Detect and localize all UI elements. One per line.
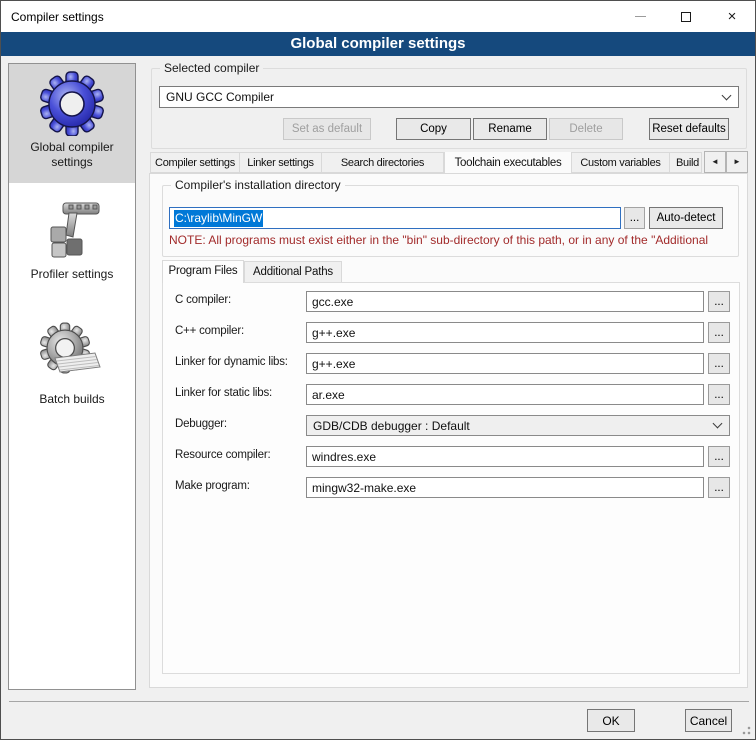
debugger-select-value: GDB/CDB debugger : Default bbox=[313, 419, 714, 433]
field-label: Resource compiler: bbox=[175, 449, 270, 461]
toolchain-executables-page: Compiler's installation directory C:\ray… bbox=[149, 173, 748, 688]
field-row-dynamic-linker: Linker for dynamic libs: ... bbox=[163, 353, 739, 375]
sidebar-item-global-compiler-settings[interactable]: Global compiler settings bbox=[9, 64, 135, 183]
resize-grip[interactable] bbox=[741, 725, 751, 735]
group-label: Compiler's installation directory bbox=[171, 178, 345, 192]
subtab-additional-paths[interactable]: Additional Paths bbox=[244, 261, 342, 283]
field-row-make-program: Make program: ... bbox=[163, 477, 739, 499]
auto-detect-button[interactable]: Auto-detect bbox=[649, 207, 723, 229]
subtab-program-files[interactable]: Program Files bbox=[162, 260, 244, 283]
copy-button[interactable]: Copy bbox=[396, 118, 471, 140]
minimize-button[interactable] bbox=[617, 1, 663, 32]
browse-button[interactable]: ... bbox=[708, 291, 730, 312]
resource-compiler-input[interactable] bbox=[306, 446, 704, 467]
chevron-down-icon bbox=[722, 90, 732, 100]
profiler-caliper-icon bbox=[9, 191, 135, 263]
group-label: Selected compiler bbox=[160, 61, 263, 75]
tab-compiler-settings[interactable]: Compiler settings bbox=[150, 152, 240, 173]
program-files-page: C compiler: ... C++ compiler: ... Linker… bbox=[162, 282, 740, 674]
close-button[interactable]: × bbox=[709, 1, 755, 32]
field-row-cpp-compiler: C++ compiler: ... bbox=[163, 322, 739, 344]
tab-scroll-left-button[interactable]: ◄ bbox=[704, 151, 726, 173]
set-as-default-button[interactable]: Set as default bbox=[283, 118, 371, 140]
tab-linker-settings[interactable]: Linker settings bbox=[240, 152, 322, 173]
field-label: Debugger: bbox=[175, 418, 227, 430]
maximize-button[interactable] bbox=[663, 1, 709, 32]
field-row-static-linker: Linker for static libs: ... bbox=[163, 384, 739, 406]
sidebar-item-label: Global compiler settings bbox=[9, 136, 135, 170]
browse-button[interactable]: ... bbox=[708, 353, 730, 374]
compiler-select-value: GNU GCC Compiler bbox=[166, 90, 723, 104]
tab-build-options-clipped[interactable]: Build bbox=[670, 152, 702, 173]
tab-scroll-right-button[interactable]: ► bbox=[726, 151, 748, 173]
note-text: NOTE: All programs must exist either in … bbox=[169, 233, 717, 247]
title-bar[interactable]: Compiler settings × bbox=[1, 1, 755, 32]
compiler-select[interactable]: GNU GCC Compiler bbox=[159, 86, 739, 108]
window-title: Compiler settings bbox=[1, 10, 104, 24]
reset-defaults-button[interactable]: Reset defaults bbox=[649, 118, 729, 140]
browse-directory-button[interactable]: ... bbox=[624, 207, 645, 229]
tab-custom-variables[interactable]: Custom variables bbox=[572, 152, 670, 173]
selected-path-text: C:\raylib\MinGW bbox=[174, 210, 263, 227]
installation-directory-input[interactable]: C:\raylib\MinGW bbox=[169, 207, 621, 229]
field-row-debugger: Debugger: GDB/CDB debugger : Default bbox=[163, 415, 739, 437]
browse-button[interactable]: ... bbox=[708, 384, 730, 405]
field-row-resource-compiler: Resource compiler: ... bbox=[163, 446, 739, 468]
page-title: Global compiler settings bbox=[1, 32, 755, 56]
minimize-icon bbox=[635, 16, 646, 17]
field-label: C++ compiler: bbox=[175, 325, 244, 337]
window-controls: × bbox=[617, 1, 755, 32]
dynamic-linker-input[interactable] bbox=[306, 353, 704, 374]
debugger-select[interactable]: GDB/CDB debugger : Default bbox=[306, 415, 730, 436]
browse-button[interactable]: ... bbox=[708, 446, 730, 467]
delete-button[interactable]: Delete bbox=[549, 118, 623, 140]
settings-tab-strip: Compiler settings Linker settings Search… bbox=[150, 152, 702, 173]
footer-divider bbox=[9, 701, 749, 702]
c-compiler-input[interactable] bbox=[306, 291, 704, 312]
maximize-icon bbox=[681, 12, 691, 22]
compiler-settings-dialog: Compiler settings × Global compiler sett… bbox=[0, 0, 756, 740]
field-label: C compiler: bbox=[175, 294, 231, 306]
ok-button[interactable]: OK bbox=[587, 709, 635, 732]
sidebar-item-label: Profiler settings bbox=[9, 263, 135, 282]
sidebar-item-label: Batch builds bbox=[9, 388, 135, 407]
cancel-button[interactable]: Cancel bbox=[685, 709, 732, 732]
sidebar-item-batch-builds[interactable]: Batch builds bbox=[9, 316, 135, 434]
field-row-c-compiler: C compiler: ... bbox=[163, 291, 739, 313]
field-label: Linker for static libs: bbox=[175, 387, 272, 399]
sidebar-item-profiler-settings[interactable]: Profiler settings bbox=[9, 191, 135, 309]
tab-search-directories[interactable]: Search directories bbox=[322, 152, 444, 173]
blue-gear-icon bbox=[9, 64, 135, 136]
make-program-input[interactable] bbox=[306, 477, 704, 498]
chevron-down-icon bbox=[713, 419, 723, 429]
settings-category-list: Global compiler settings bbox=[8, 63, 136, 690]
close-icon: × bbox=[728, 9, 737, 24]
tab-toolchain-executables[interactable]: Toolchain executables bbox=[444, 152, 572, 173]
rename-button[interactable]: Rename bbox=[473, 118, 547, 140]
batch-builds-icon bbox=[9, 316, 135, 388]
static-linker-input[interactable] bbox=[306, 384, 704, 405]
field-label: Linker for dynamic libs: bbox=[175, 356, 288, 368]
browse-button[interactable]: ... bbox=[708, 477, 730, 498]
field-label: Make program: bbox=[175, 480, 250, 492]
cpp-compiler-input[interactable] bbox=[306, 322, 704, 343]
browse-button[interactable]: ... bbox=[708, 322, 730, 343]
